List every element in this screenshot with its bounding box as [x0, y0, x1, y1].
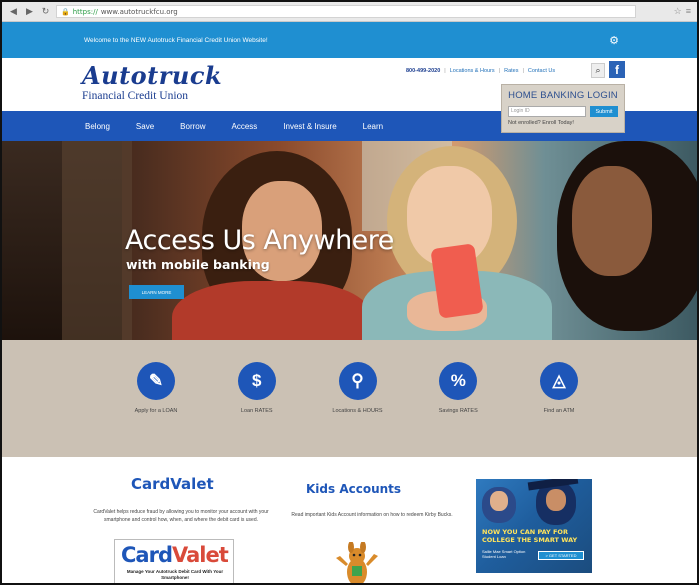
quick-link-label: Apply for a LOAN: [134, 408, 178, 414]
logo-name: Autotruck: [82, 61, 223, 90]
cardvalet-logo-card: Card: [121, 543, 173, 567]
ad-headline: NOW YOU CAN PAY FOR COLLEGE THE SMART WA…: [482, 528, 578, 544]
lower-content: CardValet CardValet helps reduce fraud b…: [2, 457, 697, 585]
cardvalet-logo-tagline: Manage Your Autotruck Debit Card With Yo…: [126, 569, 224, 580]
nav-item-borrow[interactable]: Borrow: [180, 122, 205, 131]
header-link-locations[interactable]: Locations & Hours: [450, 68, 495, 74]
url-host: www.autotruckfcu.org: [100, 7, 178, 16]
quick-link-label: Find an ATM: [543, 408, 575, 414]
header-link-contact[interactable]: Contact Us: [528, 68, 555, 74]
nav-item-belong[interactable]: Belong: [85, 122, 110, 131]
cardvalet-logo-valet: Valet: [171, 543, 229, 567]
hero-banner: Access Us Anywhere with mobile banking L…: [2, 141, 697, 340]
nav-item-save[interactable]: Save: [136, 122, 154, 131]
learn-more-button[interactable]: LEARN MORE: [129, 285, 184, 299]
quick-link-loan-rates[interactable]: $ Loan RATES: [207, 362, 307, 457]
nav-item-invest-insure[interactable]: Invest & Insure: [283, 122, 336, 131]
home-banking-title: HOME BANKING LOGIN: [508, 90, 618, 101]
nav-item-access[interactable]: Access: [232, 122, 258, 131]
login-id-input[interactable]: Login ID: [508, 106, 586, 117]
hero-subtitle: with mobile banking: [126, 257, 270, 272]
cardvalet-logo[interactable]: CardValet Manage Your Autotruck Debit Ca…: [114, 539, 234, 583]
hero-title: Access Us Anywhere: [125, 225, 394, 256]
kirby-mascot-icon[interactable]: [332, 542, 382, 585]
welcome-bar: Welcome to the NEW Autotruck Financial C…: [2, 22, 697, 58]
menu-icon[interactable]: ≡: [686, 6, 691, 17]
cardvalet-text: CardValet helps reduce fraud by allowing…: [93, 509, 269, 523]
browser-toolbar: ◀ ▶ ↻ 🔒 https://www.autotruckfcu.org ☆ ≡: [2, 2, 697, 22]
student-loan-ad[interactable]: NOW YOU CAN PAY FOR COLLEGE THE SMART WA…: [476, 479, 592, 573]
get-started-button[interactable]: > GET STARTED: [538, 551, 584, 560]
welcome-text: Welcome to the NEW Autotruck Financial C…: [84, 36, 268, 44]
nav-item-learn[interactable]: Learn: [363, 122, 383, 131]
browser-window: ◀ ▶ ↻ 🔒 https://www.autotruckfcu.org ☆ ≡…: [0, 0, 699, 585]
reload-icon[interactable]: ↻: [40, 6, 51, 17]
kids-accounts-text: Read important Kids Account information …: [291, 512, 453, 518]
url-scheme: https://: [72, 7, 98, 16]
header-link-rates[interactable]: Rates: [504, 68, 518, 74]
site-logo[interactable]: Autotruck Financial Credit Union: [82, 61, 223, 103]
bookmark-star-icon[interactable]: ☆: [674, 6, 682, 17]
edit-icon: ✎: [137, 362, 175, 400]
quick-link-label: Locations & HOURS: [332, 408, 383, 414]
cardvalet-title[interactable]: CardValet: [131, 475, 214, 493]
facebook-icon[interactable]: f: [609, 61, 625, 78]
quick-link-locations[interactable]: ⚲ Locations & HOURS: [308, 362, 408, 457]
quick-link-savings-rates[interactable]: % Savings RATES: [408, 362, 508, 457]
atm-icon: ◬: [540, 362, 578, 400]
quick-link-apply-loan[interactable]: ✎ Apply for a LOAN: [106, 362, 206, 457]
login-submit-button[interactable]: Submit: [590, 106, 618, 117]
dollar-icon: $: [237, 362, 276, 400]
header-links: 800-499-2020 | Locations & Hours | Rates…: [406, 68, 556, 74]
phone-number[interactable]: 800-499-2020: [406, 68, 440, 74]
kids-accounts-title[interactable]: Kids Accounts: [306, 482, 401, 496]
quick-link-find-atm[interactable]: ◬ Find an ATM: [509, 362, 609, 457]
back-icon[interactable]: ◀: [8, 6, 19, 17]
lock-icon: 🔒: [61, 7, 70, 16]
search-icon[interactable]: ⌕: [591, 63, 605, 78]
gear-icon[interactable]: ⚙: [609, 34, 619, 47]
quick-link-label: Loan RATES: [240, 408, 273, 414]
logo-subtitle: Financial Credit Union: [82, 90, 189, 102]
quick-links: ✎ Apply for a LOAN $ Loan RATES ⚲ Locati…: [2, 340, 697, 457]
ad-small-text: Sallie Mae Smart Option Student Loan: [482, 549, 526, 559]
forward-icon[interactable]: ▶: [24, 6, 35, 17]
home-banking-panel: HOME BANKING LOGIN Login ID Submit Not e…: [501, 84, 625, 133]
percent-icon: %: [439, 362, 478, 400]
quick-link-label: Savings RATES: [438, 408, 478, 414]
enroll-link[interactable]: Not enrolled? Enroll Today!: [508, 120, 618, 126]
address-bar[interactable]: 🔒 https://www.autotruckfcu.org: [56, 5, 636, 18]
location-pin-icon: ⚲: [338, 362, 377, 400]
